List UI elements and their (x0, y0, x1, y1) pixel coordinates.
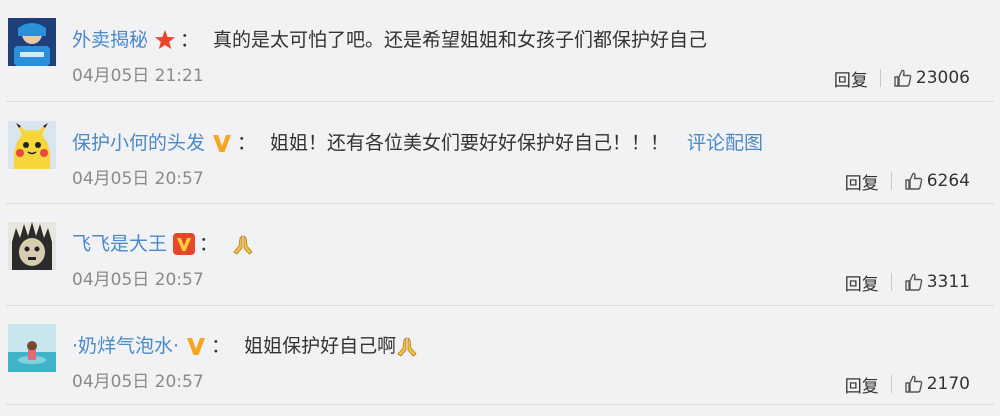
comment-item: 保护小何的头发 ： 姐姐！还有各位美女们要好好保护好自己！！！ 评论配图 04月… (0, 103, 1000, 203)
colon: ： (199, 233, 219, 255)
comment-time: 04月05日 20:57 (72, 270, 204, 290)
colon: ： (211, 335, 231, 357)
like-button[interactable]: 6264 (904, 171, 970, 191)
star-badge-icon (154, 29, 176, 51)
comment-item: 飞飞是大王 ： 04月05日 20:57 回复 3311 (0, 204, 1000, 304)
thumbs-up-icon (894, 69, 912, 87)
avatar[interactable] (8, 121, 56, 169)
comment-image-link[interactable]: 评论配图 (687, 127, 763, 159)
thumbs-up-icon (905, 273, 923, 291)
username-link[interactable]: ·奶烊气泡水· (72, 330, 179, 362)
like-button[interactable]: 3311 (904, 272, 970, 292)
divider (6, 305, 994, 306)
like-count: 6264 (926, 171, 970, 191)
divider (890, 172, 892, 190)
comment-actions: 回复 23006 (834, 64, 970, 92)
avatar[interactable] (8, 222, 56, 270)
thumbs-up-icon (905, 172, 923, 190)
reply-button[interactable]: 回复 (834, 66, 868, 91)
comment-actions: 回复 3311 (845, 268, 970, 296)
reply-button[interactable]: 回复 (845, 169, 879, 194)
verified-v-icon (173, 233, 196, 255)
praying-hands-icon (396, 336, 418, 358)
comment-time: 04月05日 20:57 (72, 169, 204, 189)
comment-time: 04月05日 21:21 (72, 66, 204, 86)
like-button[interactable]: 23006 (893, 68, 970, 88)
comment-text: 姐姐保护好自己啊 (244, 335, 397, 357)
like-count: 23006 (915, 68, 970, 88)
avatar[interactable] (8, 324, 56, 372)
like-count: 2170 (926, 374, 970, 394)
divider (890, 375, 892, 393)
verified-v-icon (185, 335, 207, 357)
colon: ： (237, 132, 257, 154)
comment-actions: 回复 2170 (845, 370, 970, 398)
divider (6, 203, 994, 204)
comment-list: 外卖揭秘 ： 真的是太可怕了吧。还是希望姐姐和女孩子们都保护好自己 04月05日… (0, 0, 1000, 416)
comment-item: 外卖揭秘 ： 真的是太可怕了吧。还是希望姐姐和女孩子们都保护好自己 04月05日… (0, 0, 1000, 100)
username-link[interactable]: 保护小何的头发 (72, 127, 205, 159)
avatar[interactable] (8, 18, 56, 66)
thumbs-up-icon (905, 375, 923, 393)
divider (879, 69, 881, 87)
divider (6, 404, 994, 405)
comment-actions: 回复 6264 (845, 167, 970, 195)
divider (6, 101, 994, 102)
verified-v-icon (211, 132, 233, 154)
comment-text: 真的是太可怕了吧。还是希望姐姐和女孩子们都保护好自己 (213, 29, 708, 51)
reply-button[interactable]: 回复 (845, 270, 879, 295)
like-button[interactable]: 2170 (904, 374, 970, 394)
comment-text: 姐姐！还有各位美女们要好好保护好自己！！！ (270, 132, 670, 154)
reply-button[interactable]: 回复 (845, 372, 879, 397)
comment-item: ·奶烊气泡水· ： 姐姐保护好自己啊 04月05日 20:57 回复 2170 (0, 306, 1000, 406)
comment-time: 04月05日 20:57 (72, 372, 204, 392)
username-link[interactable]: 外卖揭秘 (72, 24, 148, 56)
praying-hands-icon (232, 234, 254, 256)
like-count: 3311 (926, 272, 970, 292)
divider (890, 273, 892, 291)
username-link[interactable]: 飞飞是大王 (72, 228, 167, 260)
colon: ： (180, 29, 200, 51)
